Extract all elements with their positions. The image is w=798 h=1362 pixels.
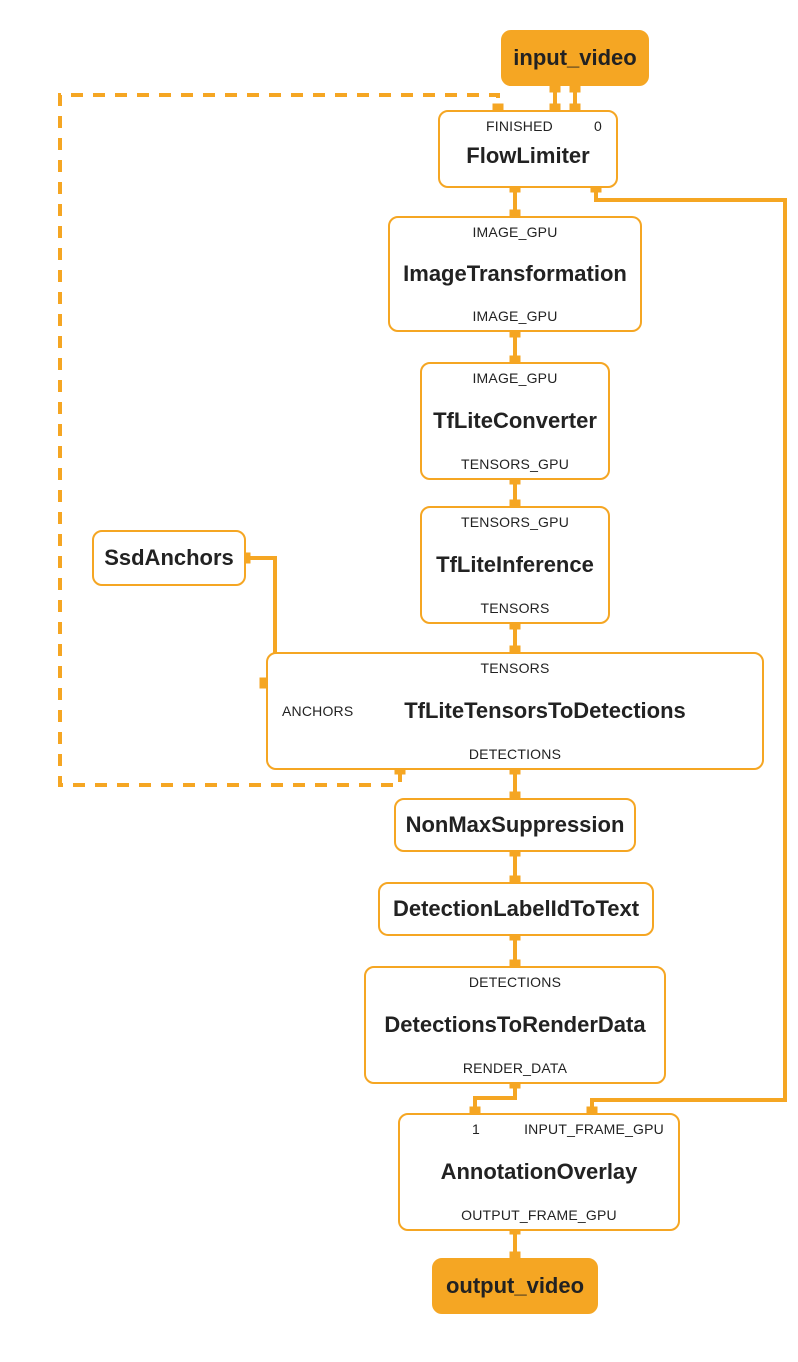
port-label: DETECTIONS	[469, 974, 561, 990]
node-title: DetectionsToRenderData	[384, 1012, 645, 1038]
node-output-video[interactable]: output_video	[432, 1258, 598, 1314]
port-label-anchors: ANCHORS	[282, 703, 353, 719]
node-tensors-to-detections[interactable]: TENSORS ANCHORS TfLiteTensorsToDetection…	[266, 652, 764, 770]
port-label: TENSORS_GPU	[461, 456, 569, 472]
port-label: IMAGE_GPU	[472, 224, 557, 240]
port-label: TENSORS_GPU	[461, 514, 569, 530]
node-detection-label-id-to-text[interactable]: DetectionLabelIdToText	[378, 882, 654, 936]
node-tflite-inference[interactable]: TENSORS_GPU TfLiteInference TENSORS	[420, 506, 610, 624]
node-title: AnnotationOverlay	[441, 1159, 638, 1185]
node-title: TfLiteInference	[436, 552, 594, 578]
port-label: RENDER_DATA	[463, 1060, 567, 1076]
port-label-input-frame-gpu: INPUT_FRAME_GPU	[524, 1121, 664, 1137]
node-detections-to-render-data[interactable]: DETECTIONS DetectionsToRenderData RENDER…	[364, 966, 666, 1084]
node-input-video[interactable]: input_video	[501, 30, 649, 86]
port-label-finished: FINISHED	[486, 118, 553, 134]
node-title: ImageTransformation	[403, 261, 627, 287]
node-image-transformation[interactable]: IMAGE_GPU ImageTransformation IMAGE_GPU	[388, 216, 642, 332]
port-label: TENSORS	[480, 600, 549, 616]
port-label-output-frame-gpu: OUTPUT_FRAME_GPU	[461, 1207, 617, 1223]
node-flow-limiter[interactable]: FINISHED 0 FlowLimiter	[438, 110, 618, 188]
port-label-0: 0	[594, 118, 602, 134]
port-label-detections: DETECTIONS	[469, 746, 561, 762]
node-annotation-overlay[interactable]: 1 INPUT_FRAME_GPU AnnotationOverlay OUTP…	[398, 1113, 680, 1231]
port-label: IMAGE_GPU	[472, 308, 557, 324]
diagram-canvas: input_video FINISHED 0 FlowLimiter IMAGE…	[0, 0, 798, 1362]
node-title: TfLiteTensorsToDetections	[404, 698, 686, 724]
node-title: FlowLimiter	[466, 143, 589, 169]
node-non-max-suppression[interactable]: NonMaxSuppression	[394, 798, 636, 852]
node-tflite-converter[interactable]: IMAGE_GPU TfLiteConverter TENSORS_GPU	[420, 362, 610, 480]
node-title: SsdAnchors	[104, 545, 234, 571]
node-ssd-anchors[interactable]: SsdAnchors	[92, 530, 246, 586]
port-label-tensors: TENSORS	[480, 660, 549, 676]
node-title: DetectionLabelIdToText	[393, 896, 639, 922]
node-title: input_video	[513, 45, 636, 71]
node-title: output_video	[446, 1273, 584, 1299]
node-title: NonMaxSuppression	[406, 812, 625, 838]
node-title: TfLiteConverter	[433, 408, 597, 434]
port-label-1: 1	[472, 1121, 480, 1137]
port-label: IMAGE_GPU	[472, 370, 557, 386]
